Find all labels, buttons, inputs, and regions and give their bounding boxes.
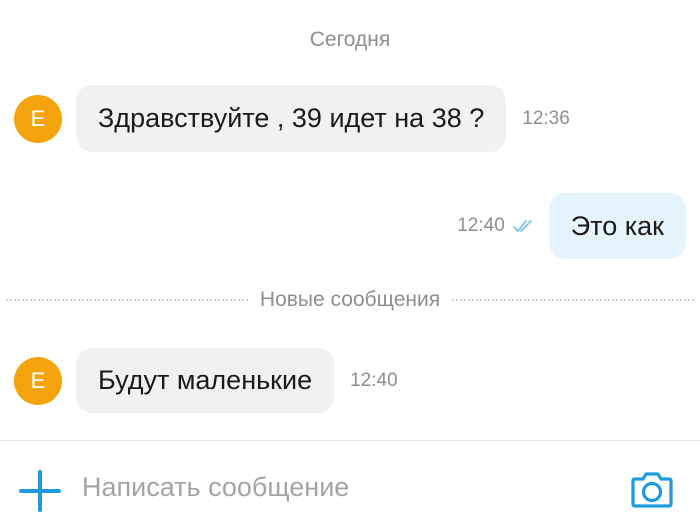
camera-icon [631, 472, 673, 508]
message-time: 12:40 [350, 369, 398, 391]
plus-icon [19, 470, 61, 512]
message-bubble[interactable]: Будут маленькие [76, 348, 335, 413]
message-time: 12:36 [522, 107, 570, 129]
attach-button[interactable] [16, 467, 64, 515]
date-separator: Сегодня [309, 28, 391, 51]
message-text: Это как [570, 210, 664, 241]
separator-line [6, 299, 248, 301]
message-time: 12:40 [457, 215, 505, 236]
message-text: Здравствуйте , 39 идет на 38 ? [98, 103, 485, 133]
message-composer [0, 440, 700, 528]
avatar[interactable]: Е [14, 94, 62, 143]
message-input[interactable] [82, 465, 602, 509]
double-check-icon [512, 219, 535, 233]
separator-line [452, 299, 694, 301]
avatar-letter: Е [30, 367, 46, 393]
message-bubble[interactable]: Это как [548, 193, 686, 259]
new-messages-label: Новые сообщения [259, 288, 441, 311]
avatar-letter: Е [30, 105, 46, 131]
message-bubble[interactable]: Здравствуйте , 39 идет на 38 ? [76, 85, 507, 152]
chat-screen: Сегодня Е Здравствуйте , 39 идет на 38 ?… [0, 0, 700, 528]
message-row-outgoing: 12:40 Это как [457, 193, 686, 259]
message-row-incoming: Е Будут маленькие 12:40 [14, 348, 398, 413]
message-text: Будут маленькие [98, 365, 313, 395]
message-row-incoming: Е Здравствуйте , 39 идет на 38 ? 12:36 [14, 85, 570, 152]
avatar[interactable]: Е [14, 356, 62, 405]
camera-button[interactable] [628, 467, 676, 511]
new-messages-separator: Новые сообщения [0, 288, 700, 312]
